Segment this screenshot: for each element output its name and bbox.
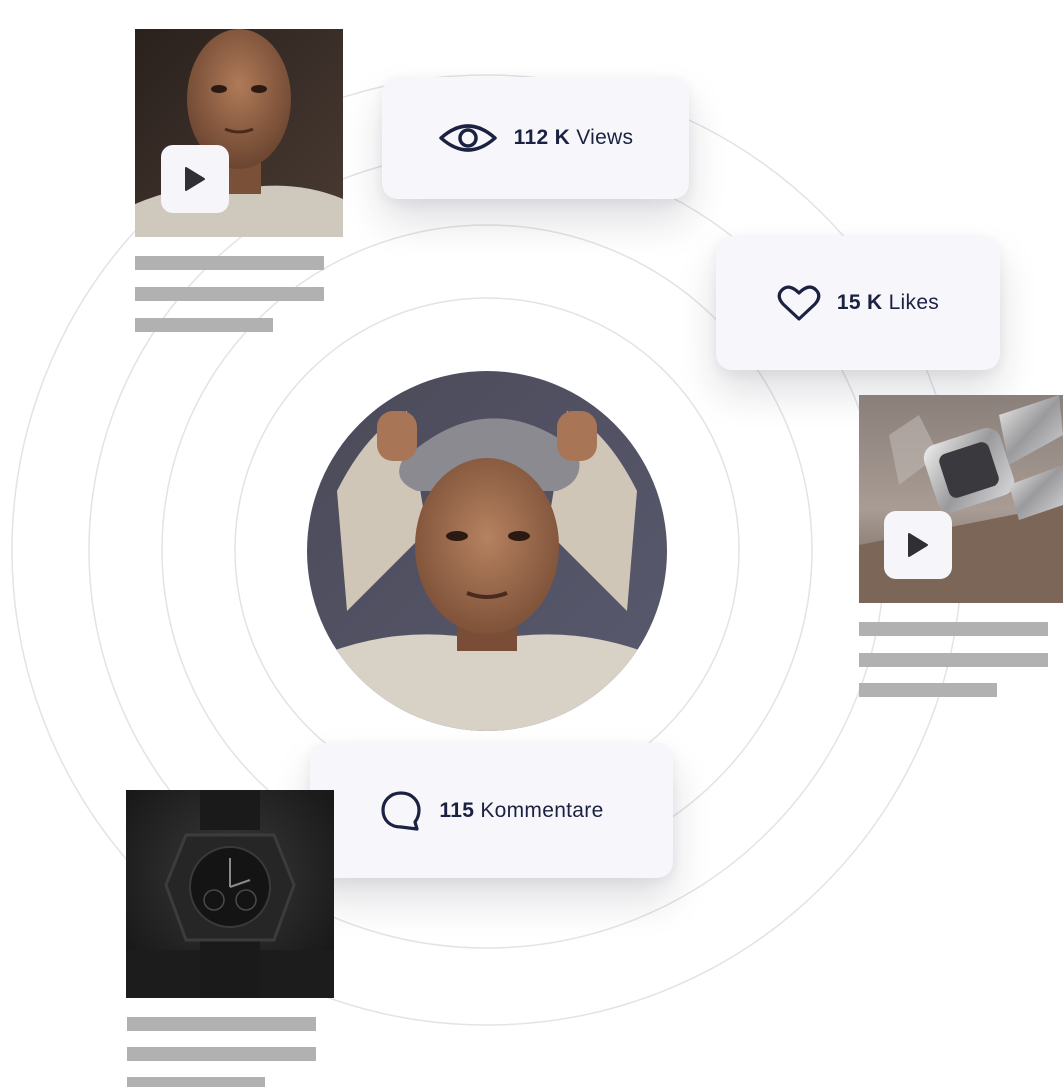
post-thumbnail-black-watch[interactable]	[126, 790, 334, 998]
comments-card: 115 Kommentare	[310, 743, 673, 878]
comments-value: 115	[439, 798, 475, 822]
play-icon	[908, 533, 928, 557]
comments-label: Kommentare	[480, 798, 604, 822]
profile-avatar	[307, 371, 667, 731]
text-placeholder-line	[127, 1047, 316, 1061]
comments-text: 115 Kommentare	[439, 799, 603, 823]
eye-icon	[438, 120, 498, 156]
heart-icon	[777, 284, 821, 322]
likes-text: 15 K Likes	[837, 291, 939, 315]
text-placeholder-line	[135, 256, 324, 270]
text-placeholder-line	[859, 622, 1048, 636]
text-placeholder-line	[135, 318, 273, 332]
likes-label: Likes	[888, 291, 940, 314]
text-placeholder-line	[859, 653, 1048, 667]
play-button[interactable]	[884, 511, 952, 579]
likes-card: 15 K Likes	[716, 236, 1000, 370]
views-value: 112 K	[513, 126, 571, 149]
text-placeholder-line	[135, 287, 324, 301]
text-placeholder-line	[127, 1077, 265, 1087]
comment-bubble-icon	[379, 789, 423, 833]
text-placeholder-line	[859, 683, 997, 697]
views-text: 112 K Views	[514, 126, 634, 150]
text-placeholder-line	[127, 1017, 316, 1031]
likes-value: 15 K	[836, 291, 883, 314]
play-button[interactable]	[161, 145, 229, 213]
views-label: Views	[576, 126, 634, 149]
views-card: 112 K Views	[382, 77, 689, 199]
play-icon	[185, 167, 205, 191]
